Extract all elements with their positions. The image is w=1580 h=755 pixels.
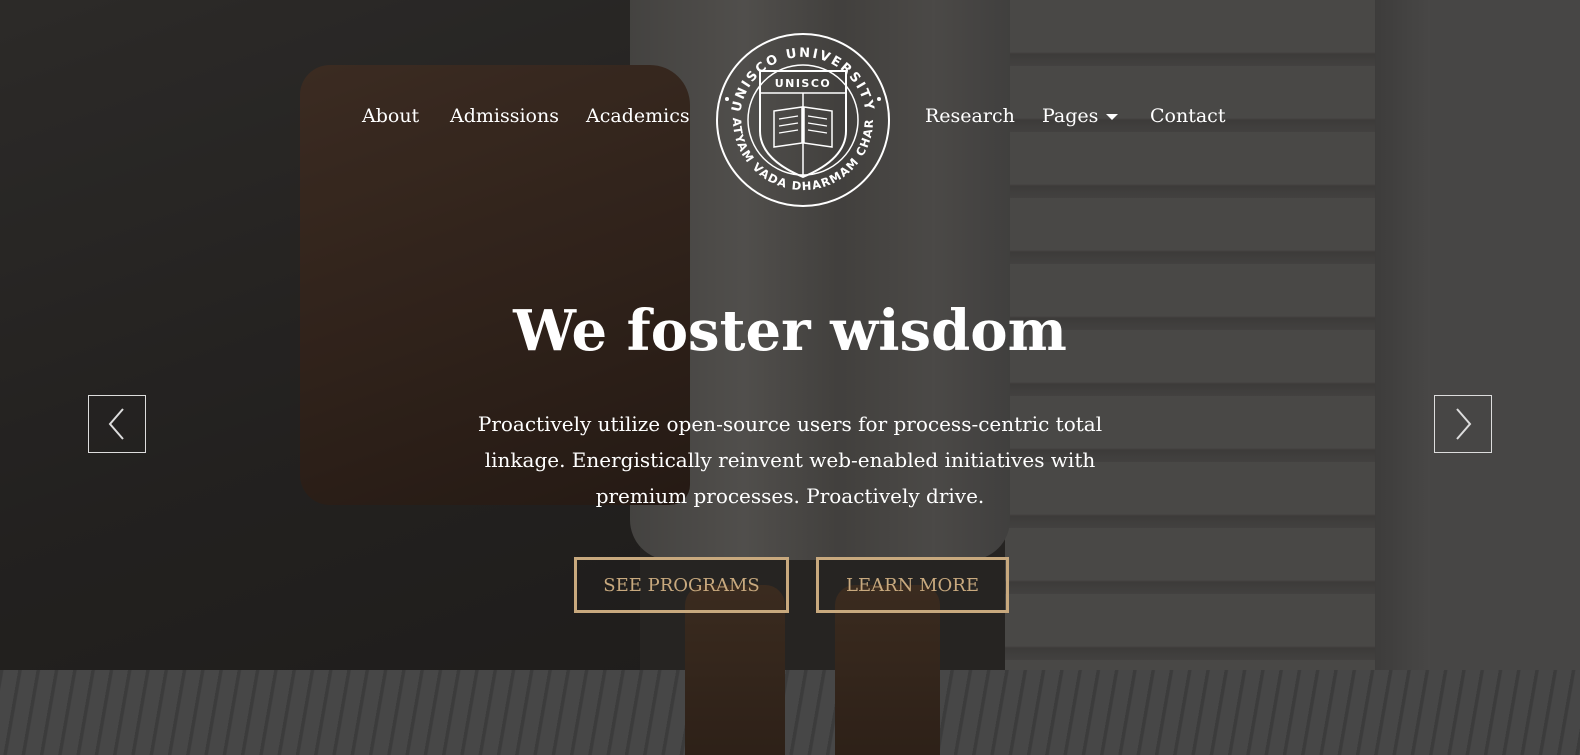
hero-slider: About Admissions Academics UNISCO UNIVER… [0, 0, 1580, 755]
hero-title: We foster wisdom [513, 298, 1067, 364]
university-logo[interactable]: UNISCO UNIVERSITY SATYAM VADA DHARMAM CH… [709, 20, 892, 209]
caret-down-icon [1106, 114, 1119, 120]
main-navigation: About Admissions Academics UNISCO UNIVER… [0, 0, 1580, 235]
nav-link-admissions[interactable]: Admissions [450, 105, 559, 127]
nav-link-pages-label: Pages [1042, 105, 1099, 127]
slider-next-button[interactable] [1434, 395, 1492, 453]
nav-link-academics[interactable]: Academics [586, 105, 690, 127]
hero-description: Proactively utilize open-source users fo… [477, 412, 1103, 508]
learn-more-button[interactable]: LEARN MORE [816, 557, 1009, 613]
chevron-left-icon [108, 408, 124, 440]
chevron-right-icon [1456, 408, 1472, 440]
nav-link-about[interactable]: About [362, 105, 419, 127]
nav-link-pages-dropdown[interactable]: Pages [1042, 105, 1119, 127]
svg-text:UNISCO: UNISCO [775, 77, 832, 90]
nav-link-research[interactable]: Research [925, 105, 1015, 127]
nav-link-contact[interactable]: Contact [1150, 105, 1225, 127]
see-programs-button[interactable]: SEE PROGRAMS [574, 557, 789, 613]
slider-prev-button[interactable] [88, 395, 146, 453]
logo-seal-icon: UNISCO UNIVERSITY SATYAM VADA DHARMAM CH… [709, 20, 890, 207]
